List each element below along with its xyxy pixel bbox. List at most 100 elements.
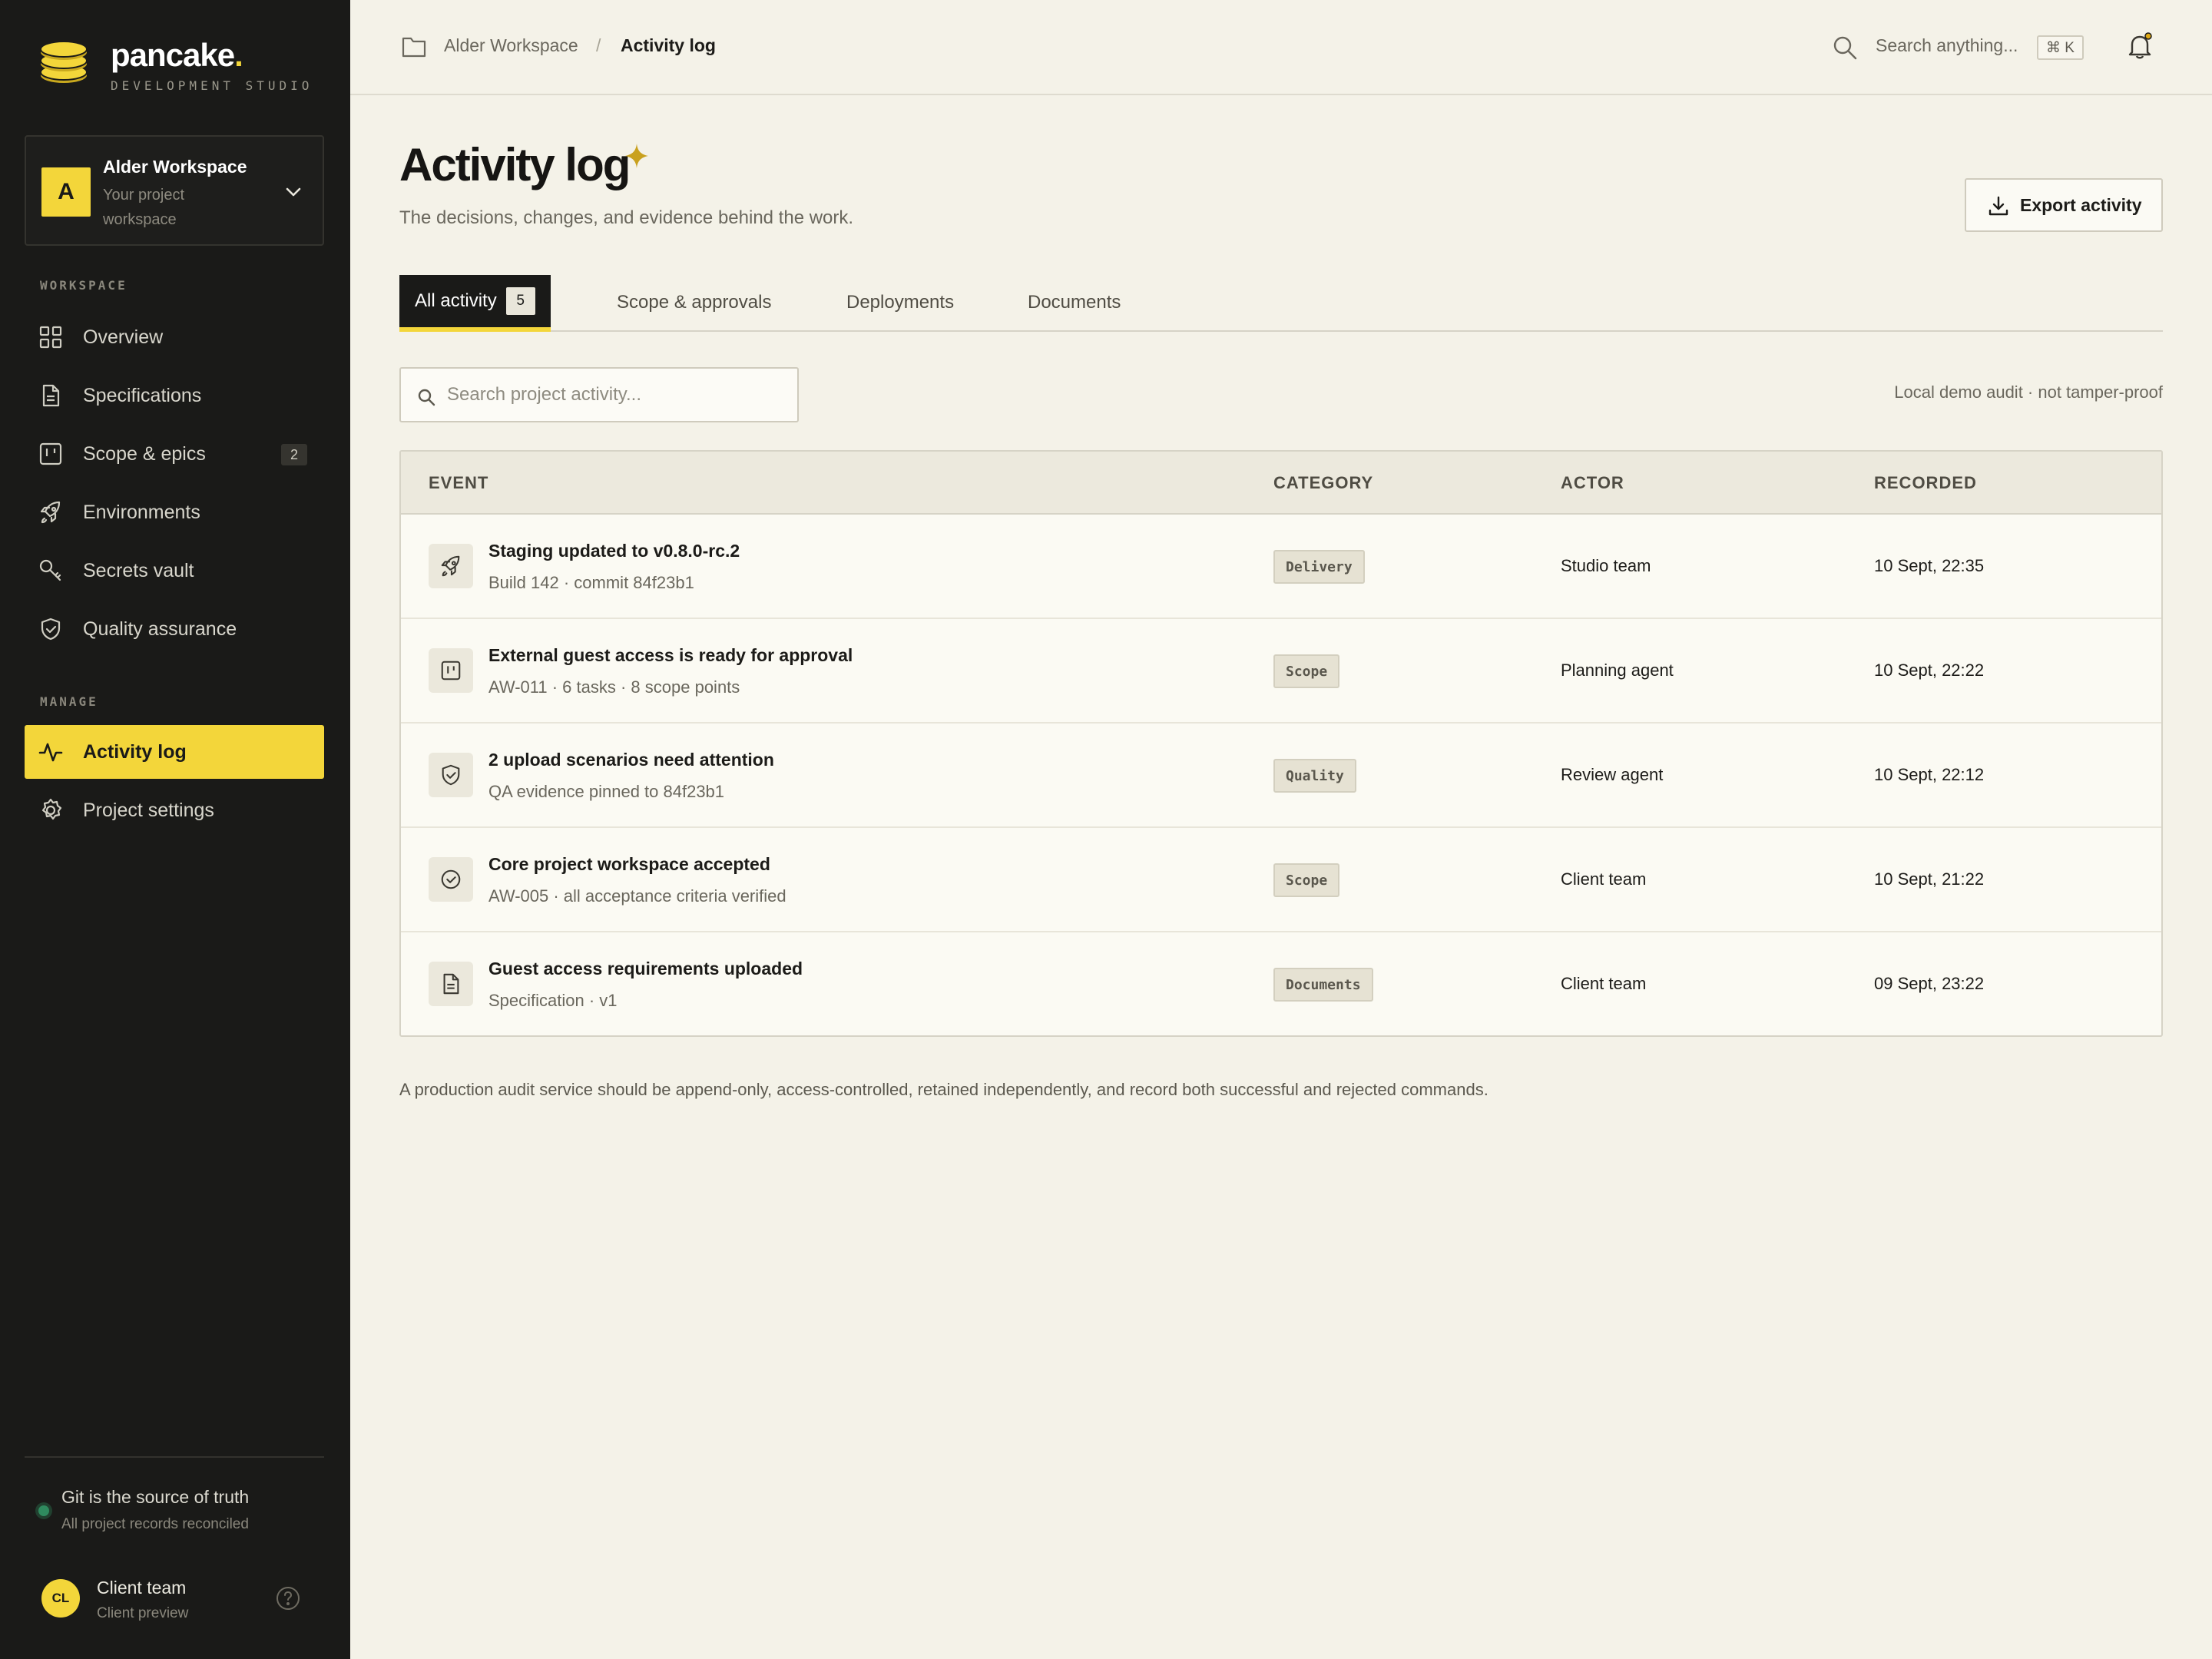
event-recorded: 10 Sept, 22:35	[1874, 556, 1985, 575]
sidebar-item-label: Overview	[83, 326, 164, 348]
help-icon[interactable]	[275, 1585, 301, 1611]
chevron-down-icon	[286, 187, 301, 197]
event-recorded: 10 Sept, 22:12	[1874, 765, 1985, 784]
download-icon	[1988, 196, 2008, 216]
rocket-icon	[40, 501, 61, 524]
event-recorded: 09 Sept, 23:22	[1874, 974, 1985, 993]
event-title: External guest access is ready for appro…	[488, 645, 853, 665]
git-status-dot	[38, 1505, 49, 1516]
event-recorded: 10 Sept, 21:22	[1874, 869, 1985, 889]
table-row[interactable]: Staging updated to v0.8.0-rc.2 Build 142…	[401, 515, 2161, 619]
breadcrumb-current: Activity log	[621, 35, 716, 55]
brand-logo[interactable]: pancake. DEVELOPMENT STUDIO	[38, 35, 313, 93]
activity-search	[399, 367, 799, 422]
user-name: Client team	[97, 1578, 187, 1598]
document-icon	[42, 384, 60, 407]
sidebar-item-label: Quality assurance	[83, 618, 237, 640]
user-role: Client preview	[97, 1605, 189, 1621]
sidebar-item-quality-assurance[interactable]: Quality assurance	[25, 602, 324, 656]
table-row[interactable]: 2 upload scenarios need attention QA evi…	[401, 724, 2161, 828]
sidebar-item-project-settings[interactable]: Project settings	[25, 783, 324, 837]
pancake-stack-icon	[40, 41, 88, 83]
shortcut-hint: ⌘ K	[2037, 35, 2084, 60]
brand-tagline: DEVELOPMENT STUDIO	[111, 78, 313, 93]
event-icon-box	[429, 648, 473, 693]
audit-note: Local demo audit · not tamper-proof	[1894, 382, 2163, 402]
tab-deployments[interactable]: Deployments	[846, 275, 954, 330]
workspace-switcher[interactable]: A Alder Workspace Your project workspace	[25, 135, 324, 246]
tab-label: Deployments	[846, 292, 955, 313]
check-circle-icon	[441, 869, 461, 889]
activity-table: EVENT CATEGORY ACTOR RECORDED Staging up…	[399, 450, 2163, 1037]
sidebar-item-environments[interactable]: Environments	[25, 485, 324, 539]
event-icon-box	[429, 857, 473, 902]
grid-icon	[39, 326, 62, 349]
search-icon[interactable]	[1831, 34, 1859, 61]
gear-icon	[41, 798, 62, 820]
export-activity-label: Export activity	[2020, 194, 2142, 215]
event-detail: AW-005 · all acceptance criteria verifie…	[488, 886, 786, 906]
breadcrumb-workspace[interactable]: Alder Workspace	[444, 35, 578, 56]
tab-label: All activity	[415, 290, 497, 311]
bell-icon[interactable]	[2124, 31, 2155, 61]
brand-name: pancake.	[111, 37, 243, 73]
tab-scope-approvals[interactable]: Scope & approvals	[617, 275, 771, 330]
avatar[interactable]: CL	[41, 1579, 80, 1618]
sidebar-item-scope-epics[interactable]: Scope & epics 2	[25, 427, 324, 481]
global-search-input[interactable]: Search anything...	[1876, 35, 2018, 56]
column-header-recorded[interactable]: RECORDED	[1874, 473, 1977, 493]
page-subtitle: The decisions, changes, and evidence beh…	[399, 207, 854, 228]
table-row[interactable]: Guest access requirements uploaded Speci…	[401, 932, 2161, 1035]
table-row[interactable]: Core project workspace accepted AW-005 ·…	[401, 828, 2161, 932]
sidebar-item-overview[interactable]: Overview	[25, 310, 324, 364]
sidebar-item-label: Secrets vault	[83, 559, 194, 581]
kanban-icon	[39, 442, 62, 465]
git-status-subtitle: All project records reconciled	[61, 1516, 249, 1532]
event-actor: Client team	[1561, 869, 1647, 889]
count-badge: 2	[281, 444, 307, 465]
sidebar-item-specifications[interactable]: Specifications	[25, 369, 324, 422]
event-actor: Planning agent	[1561, 661, 1674, 680]
workspace-name: Alder Workspace	[103, 157, 247, 177]
event-title: Core project workspace accepted	[488, 854, 770, 874]
event-title: Staging updated to v0.8.0-rc.2	[488, 541, 740, 561]
topbar: Alder Workspace / Activity log Search an…	[350, 0, 2212, 95]
search-input[interactable]	[447, 379, 785, 410]
sidebar-item-label: Activity log	[83, 740, 187, 763]
activity-tabs: All activity 5 Scope & approvals Deploym…	[399, 275, 2163, 332]
tab-documents[interactable]: Documents	[1028, 275, 1121, 330]
event-recorded: 10 Sept, 22:22	[1874, 661, 1985, 680]
category-badge: Delivery	[1273, 550, 1365, 584]
activity-icon	[38, 743, 63, 762]
tab-all-activity[interactable]: All activity 5	[399, 275, 551, 332]
sidebar-item-label: Specifications	[83, 384, 202, 406]
event-actor: Studio team	[1561, 556, 1651, 575]
shield-check-icon	[442, 764, 460, 786]
event-icon-box	[429, 753, 473, 797]
tab-count-badge: 5	[505, 287, 535, 315]
section-label-workspace: WORKSPACE	[40, 278, 127, 293]
column-header-actor[interactable]: ACTOR	[1561, 473, 1624, 493]
category-badge: Documents	[1273, 968, 1373, 1002]
category-badge: Scope	[1273, 863, 1340, 897]
sidebar-item-activity-log[interactable]: Activity log	[25, 725, 324, 779]
category-badge: Scope	[1273, 654, 1340, 688]
table-header: EVENT CATEGORY ACTOR RECORDED	[401, 452, 2161, 515]
export-activity-button[interactable]: Export activity	[1965, 178, 2163, 232]
rocket-icon	[441, 555, 460, 577]
table-row[interactable]: External guest access is ready for appro…	[401, 619, 2161, 724]
category-badge: Quality	[1273, 759, 1356, 793]
sparkle-icon	[625, 144, 648, 168]
event-actor: Client team	[1561, 974, 1647, 993]
column-header-event[interactable]: EVENT	[429, 473, 488, 493]
document-icon	[443, 973, 459, 995]
search-icon	[418, 389, 435, 406]
section-label-manage: MANAGE	[40, 694, 98, 709]
column-header-category[interactable]: CATEGORY	[1273, 473, 1373, 493]
event-actor: Review agent	[1561, 765, 1664, 784]
audit-footnote: A production audit service should be app…	[399, 1080, 1488, 1099]
event-detail: Specification · v1	[488, 991, 618, 1010]
sidebar-item-secrets-vault[interactable]: Secrets vault	[25, 544, 324, 598]
key-icon	[39, 559, 61, 581]
workspace-subtitle: Your project workspace	[103, 187, 184, 228]
